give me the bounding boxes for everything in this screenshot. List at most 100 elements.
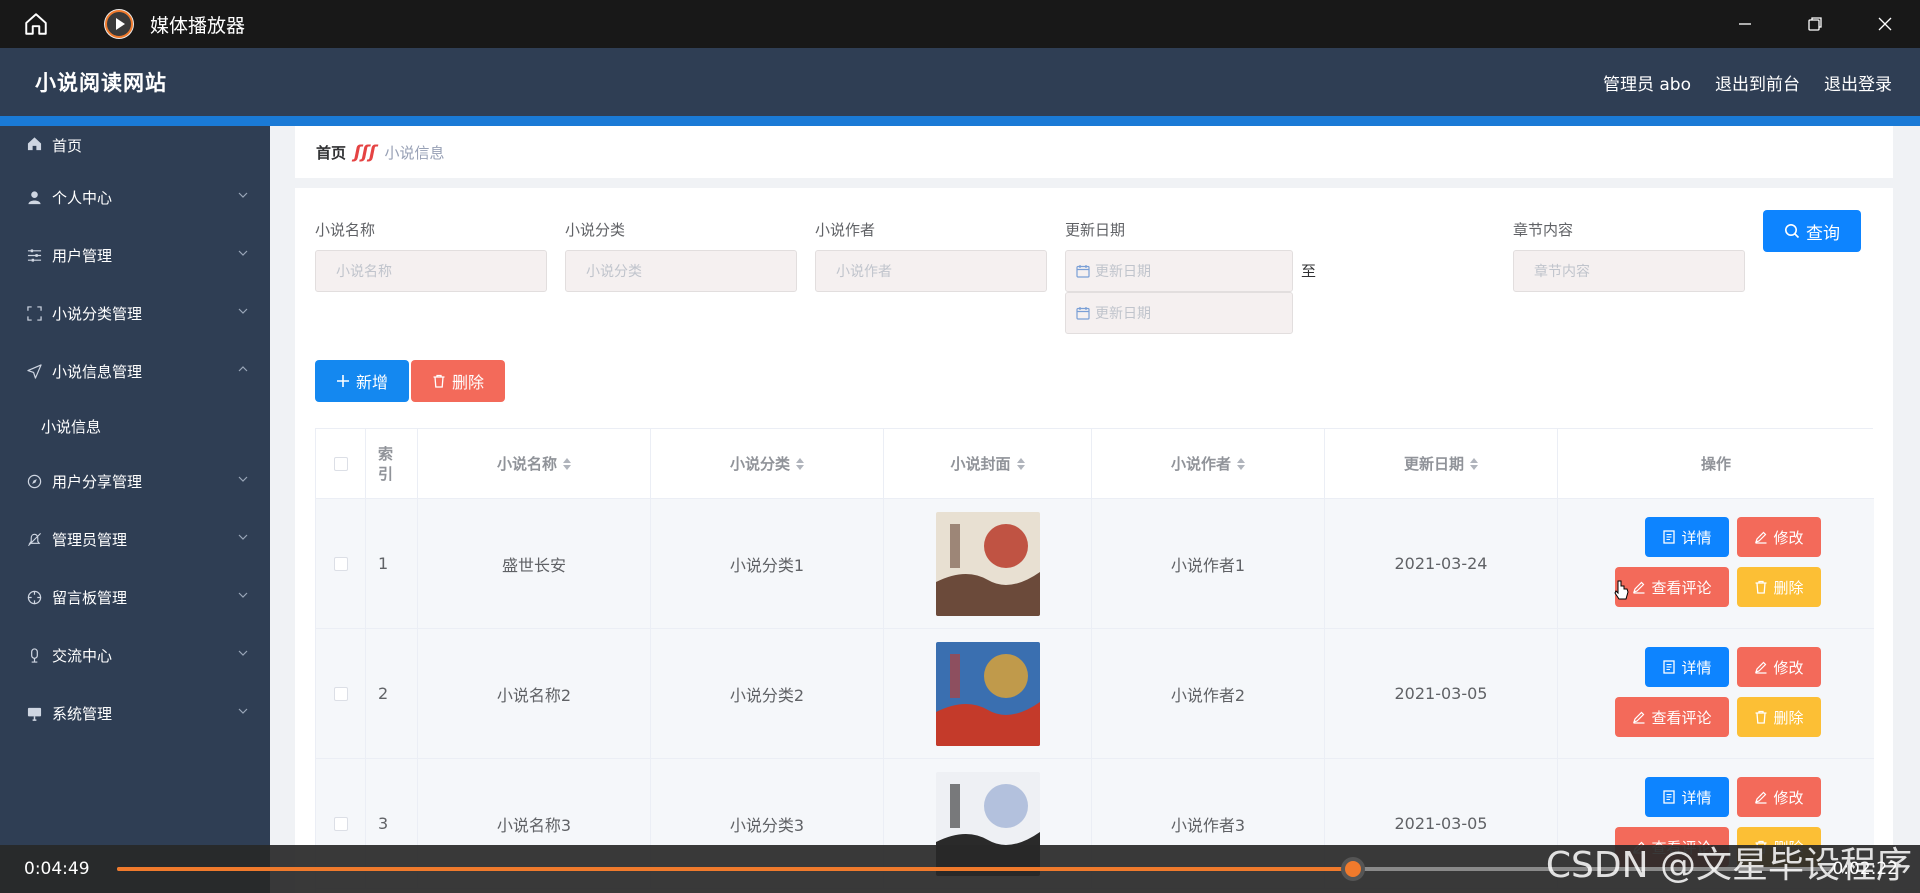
trash-icon <box>433 374 445 388</box>
sidebar-item-category-management[interactable]: 小说分类管理 <box>0 284 270 342</box>
search-chapter-field: 章节内容 <box>1513 220 1573 240</box>
sort-icon[interactable] <box>1470 457 1478 470</box>
sidebar-item-admin-management[interactable]: 管理员管理 <box>0 510 270 568</box>
edit-button-label: 修改 <box>1773 528 1804 547</box>
chevron-down-icon <box>238 534 248 540</box>
search-name-placeholder: 小说名称 <box>336 264 392 280</box>
row-author: 小说作者2 <box>1092 629 1325 758</box>
detail-button-label: 详情 <box>1681 528 1712 547</box>
novel-cover-image[interactable] <box>935 641 1040 746</box>
row-category-value: 小说分类2 <box>729 685 805 705</box>
delete-row-button[interactable]: 删除 <box>1737 697 1821 737</box>
column-header-cover[interactable]: 小说封面 <box>884 429 1092 498</box>
sidebar-item-home[interactable]: 首页 <box>0 126 270 168</box>
edit-icon <box>1755 791 1767 804</box>
view-comments-button[interactable]: 查看评论 <box>1615 697 1729 737</box>
row-actions: 详情 修改查看评论 删除 <box>1558 629 1874 758</box>
delete-row-button[interactable]: 删除 <box>1737 567 1821 607</box>
row-category: 小说分类1 <box>651 499 884 628</box>
row-index-value: 1 <box>378 554 389 573</box>
home-icon <box>25 13 47 35</box>
search-date-end-placeholder: 更新日期 <box>1095 306 1151 322</box>
sidebar-item-novel-info-management[interactable]: 小说信息管理 <box>0 342 270 400</box>
close-icon <box>1878 17 1892 31</box>
edit-icon <box>1633 711 1645 724</box>
column-header-category[interactable]: 小说分类 <box>651 429 884 498</box>
row-select-cell[interactable] <box>316 499 366 628</box>
sidebar-item-exchange-center[interactable]: 交流中心 <box>0 626 270 684</box>
csdn-watermark: CSDN @文星毕设程序 <box>1545 845 1912 886</box>
detail-button[interactable]: 详情 <box>1645 777 1729 817</box>
row-date-value: 2021-03-24 <box>1394 554 1488 573</box>
breadcrumb-home[interactable]: 首页 <box>316 142 346 163</box>
view-comments-button[interactable]: 查看评论 <box>1615 567 1729 607</box>
sort-icon[interactable] <box>1237 457 1245 470</box>
row-checkbox[interactable] <box>333 686 348 701</box>
admin-label: 管理员 abo <box>1602 74 1691 95</box>
chevron-up-icon <box>238 366 248 372</box>
query-button[interactable]: 查询 <box>1763 210 1861 252</box>
novel-cover-image[interactable] <box>935 511 1040 616</box>
search-date-start-input[interactable]: 更新日期 <box>1065 250 1293 292</box>
edit-button[interactable]: 修改 <box>1737 517 1821 557</box>
restore-icon <box>1808 17 1822 31</box>
sidebar-subitem-novel-info[interactable]: 小说信息 <box>0 400 270 452</box>
chevron-down-icon <box>238 250 248 256</box>
search-date-end-input[interactable]: 更新日期 <box>1065 292 1293 334</box>
select-all-checkbox[interactable] <box>333 456 348 471</box>
detail-button[interactable]: 详情 <box>1645 517 1729 557</box>
logout-link[interactable]: 退出登录 <box>1824 70 1892 95</box>
row-date-value: 2021-03-05 <box>1394 684 1488 703</box>
sidebar-item-message-board-management[interactable]: 留言板管理 <box>0 568 270 626</box>
close-window-button[interactable] <box>1850 0 1920 48</box>
sidebar-item-system-management[interactable]: 系统管理 <box>0 684 270 742</box>
sidebar-item-user-share-management[interactable]: 用户分享管理 <box>0 452 270 510</box>
compass-icon <box>26 473 42 489</box>
sidebar-item-personal-center[interactable]: 个人中心 <box>0 168 270 226</box>
document-icon <box>1663 790 1676 804</box>
column-header-date-label: 更新日期 <box>1403 455 1464 473</box>
detail-button[interactable]: 详情 <box>1645 647 1729 687</box>
search-author-input[interactable]: 小说作者 <box>815 250 1047 292</box>
row-checkbox[interactable] <box>333 816 348 831</box>
sidebar-item-user-management[interactable]: 用户管理 <box>0 226 270 284</box>
search-chapter-label: 章节内容 <box>1513 221 1574 239</box>
row-select-cell[interactable] <box>316 629 366 758</box>
column-header-index-label: 索引 <box>378 444 394 483</box>
document-icon <box>1663 660 1676 674</box>
send-icon <box>26 363 42 379</box>
crosshair-icon <box>26 589 42 605</box>
edit-button[interactable]: 修改 <box>1737 777 1821 817</box>
column-header-cover-label: 小说封面 <box>950 455 1011 473</box>
search-name-input[interactable]: 小说名称 <box>315 250 547 292</box>
search-category-input[interactable]: 小说分类 <box>565 250 797 292</box>
sort-icon[interactable] <box>1016 457 1025 470</box>
seek-handle[interactable] <box>1340 857 1365 881</box>
breadcrumb-separator-icon: ʃʃʃ <box>354 141 377 163</box>
search-chapter-placeholder: 章节内容 <box>1534 264 1590 280</box>
column-header-date[interactable]: 更新日期 <box>1325 429 1558 498</box>
search-chapter-input[interactable]: 章节内容 <box>1513 250 1745 292</box>
minimize-button[interactable] <box>1710 0 1780 48</box>
restore-button[interactable] <box>1780 0 1850 48</box>
sort-icon[interactable] <box>563 457 571 470</box>
row-checkbox[interactable] <box>333 556 348 571</box>
row-author-value: 小说作者1 <box>1170 555 1246 575</box>
row-index-value: 3 <box>378 814 389 833</box>
edit-icon <box>1755 661 1767 674</box>
window-title-bar: 媒体播放器 <box>0 0 1920 48</box>
home-button[interactable] <box>18 6 54 42</box>
batch-delete-label: 删除 <box>451 373 484 392</box>
add-button[interactable]: 新增 <box>315 360 409 402</box>
sort-icon[interactable] <box>796 457 804 470</box>
column-header-author[interactable]: 小说作者 <box>1092 429 1325 498</box>
exit-to-front-link[interactable]: 退出到前台 <box>1715 70 1800 95</box>
row-index-value: 2 <box>378 684 389 703</box>
batch-delete-button[interactable]: 删除 <box>411 360 505 402</box>
column-header-name[interactable]: 小说名称 <box>418 429 651 498</box>
app-header: 小说阅读网站 管理员 abo 退出到前台 退出登录 <box>0 48 1920 116</box>
row-cover <box>884 499 1092 628</box>
select-all-cell[interactable] <box>316 429 366 498</box>
edit-button[interactable]: 修改 <box>1737 647 1821 687</box>
search-icon <box>1785 224 1800 239</box>
